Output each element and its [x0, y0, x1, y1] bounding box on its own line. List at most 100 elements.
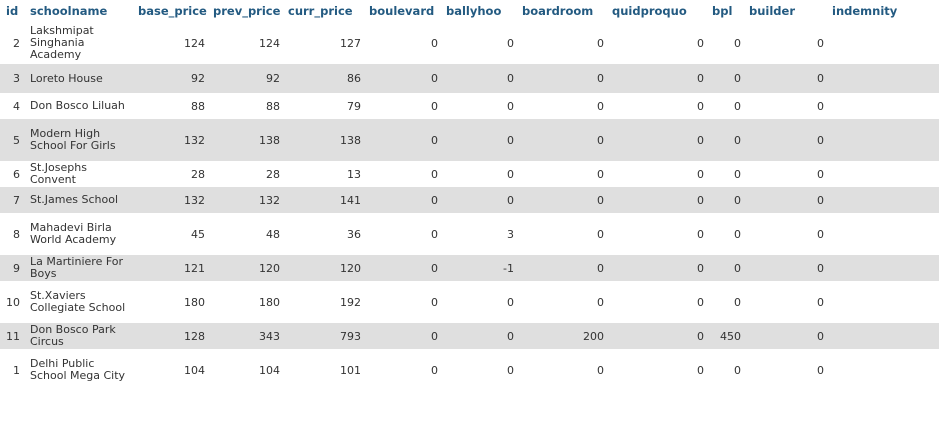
cell-indemnity: 0	[828, 93, 939, 119]
cell-indemnity: 0	[828, 255, 939, 281]
cell-bpl: 450	[720, 329, 741, 343]
cell-indemnity: 0	[828, 119, 939, 161]
column-header-builder[interactable]: builder	[745, 0, 828, 22]
cell-prev-price: 343	[259, 329, 280, 343]
cell-ballyhoo: 0	[507, 193, 514, 207]
column-header-base-price[interactable]: base_price	[134, 0, 209, 22]
cell-bpl: 0	[734, 99, 741, 113]
cell-builder: 0	[817, 295, 824, 309]
column-header-bpl[interactable]: bpl	[708, 0, 745, 22]
cell-id: 2	[13, 36, 20, 50]
cell-schoolname: Don Bosco Park Circus	[30, 323, 116, 348]
cell-base-price: 28	[191, 167, 205, 181]
cell-builder: 0	[817, 133, 824, 147]
cell-base-price: 121	[184, 261, 205, 275]
cell-prev-price: 48	[266, 227, 280, 241]
cell-boulevard: 0	[431, 329, 438, 343]
cell-base-price: 180	[184, 295, 205, 309]
cell-boulevard: 0	[431, 227, 438, 241]
cell-boardroom: 0	[597, 227, 604, 241]
column-header-schoolname[interactable]: schoolname	[26, 0, 134, 22]
cell-boulevard: 0	[431, 295, 438, 309]
cell-curr-price: 101	[340, 363, 361, 377]
cell-quidproquo: 0	[697, 295, 704, 309]
cell-ballyhoo: 3	[507, 227, 514, 241]
cell-id: 8	[13, 227, 20, 241]
table-row[interactable]: 11 Don Bosco Park Circus 128 343 793 0 0…	[0, 323, 939, 349]
cell-boardroom: 0	[597, 167, 604, 181]
cell-schoolname: Don Bosco Liluah	[30, 99, 125, 112]
cell-ballyhoo: 0	[507, 99, 514, 113]
cell-boardroom: 0	[597, 99, 604, 113]
column-header-quidproquo[interactable]: quidproquo	[608, 0, 708, 22]
cell-id: 3	[13, 72, 20, 85]
cell-indemnity: 0	[828, 22, 939, 64]
table-row[interactable]: 3 Loreto House 92 92 86 0 0 0 0 0 0 0	[0, 64, 939, 93]
cell-schoolname: Lakshmipat Singhania Academy	[30, 24, 94, 62]
cell-schoolname: Loreto House	[30, 71, 103, 85]
cell-quidproquo: 0	[697, 329, 704, 343]
cell-schoolname: Modern High School For Girls	[30, 127, 116, 152]
cell-boulevard: 0	[431, 72, 438, 85]
table-row[interactable]: 2 Lakshmipat Singhania Academy 124 124 1…	[0, 22, 939, 64]
cell-id: 5	[13, 133, 20, 147]
cell-boulevard: 0	[431, 99, 438, 113]
cell-id: 6	[13, 167, 20, 181]
cell-curr-price: 13	[347, 167, 361, 181]
table-row[interactable]: 10 St.Xaviers Collegiate School 180 180 …	[0, 281, 939, 323]
cell-base-price: 45	[191, 227, 205, 241]
column-header-boulevard[interactable]: boulevard	[365, 0, 442, 22]
column-header-indemnity[interactable]: indemnity	[828, 0, 939, 22]
cell-base-price: 124	[184, 36, 205, 50]
cell-curr-price: 127	[340, 36, 361, 50]
cell-prev-price: 138	[259, 133, 280, 147]
cell-base-price: 104	[184, 363, 205, 377]
cell-bpl: 0	[734, 193, 741, 207]
cell-curr-price: 138	[340, 133, 361, 147]
table-row[interactable]: 8 Mahadevi Birla World Academy 45 48 36 …	[0, 213, 939, 255]
cell-curr-price: 793	[340, 329, 361, 343]
cell-base-price: 132	[184, 133, 205, 147]
cell-boardroom: 0	[597, 363, 604, 377]
cell-indemnity: 0	[828, 64, 939, 93]
cell-schoolname: St.Xaviers Collegiate School	[30, 289, 126, 314]
cell-builder: 0	[817, 99, 824, 113]
cell-quidproquo: 0	[697, 99, 704, 113]
cell-boardroom: 200	[583, 329, 604, 343]
column-header-prev-price[interactable]: prev_price	[209, 0, 284, 22]
cell-quidproquo: 0	[697, 227, 704, 241]
cell-builder: 0	[817, 193, 824, 207]
cell-base-price: 128	[184, 329, 205, 343]
cell-bpl: 0	[734, 36, 741, 50]
cell-base-price: 92	[191, 72, 205, 85]
cell-boardroom: 0	[597, 295, 604, 309]
column-header-ballyhoo[interactable]: ballyhoo	[442, 0, 518, 22]
cell-id: 10	[6, 295, 20, 309]
column-header-boardroom[interactable]: boardroom	[518, 0, 608, 22]
cell-boardroom: 0	[597, 193, 604, 207]
cell-bpl: 0	[734, 261, 741, 275]
cell-indemnity: 0	[828, 187, 939, 213]
cell-ballyhoo: 0	[507, 363, 514, 377]
cell-schoolname: St.James School	[30, 193, 119, 206]
table-row[interactable]: 4 Don Bosco Liluah 88 88 79 0 0 0 0 0 0 …	[0, 93, 939, 119]
cell-quidproquo: 0	[697, 72, 704, 85]
cell-base-price: 88	[191, 99, 205, 113]
table-row[interactable]: 5 Modern High School For Girls 132 138 1…	[0, 119, 939, 161]
cell-id: 11	[6, 329, 20, 343]
cell-indemnity: 0	[828, 161, 939, 187]
table-row[interactable]: 6 St.Josephs Convent 28 28 13 0 0 0 0 0 …	[0, 161, 939, 187]
column-header-id[interactable]: id	[0, 0, 26, 22]
cell-bpl: 0	[734, 167, 741, 181]
column-header-curr-price[interactable]: curr_price	[284, 0, 365, 22]
table-row[interactable]: 1 Delhi Public School Mega City 104 104 …	[0, 349, 939, 391]
cell-prev-price: 124	[259, 36, 280, 50]
cell-schoolname: Delhi Public School Mega City	[30, 357, 126, 382]
cell-prev-price: 28	[266, 167, 280, 181]
cell-bpl: 0	[734, 363, 741, 377]
table-row[interactable]: 7 St.James School 132 132 141 0 0 0 0 0 …	[0, 187, 939, 213]
cell-curr-price: 141	[340, 193, 361, 207]
cell-curr-price: 79	[347, 99, 361, 113]
table-row[interactable]: 9 La Martiniere For Boys 121 120 120 0 -…	[0, 255, 939, 281]
cell-boulevard: 0	[431, 167, 438, 181]
